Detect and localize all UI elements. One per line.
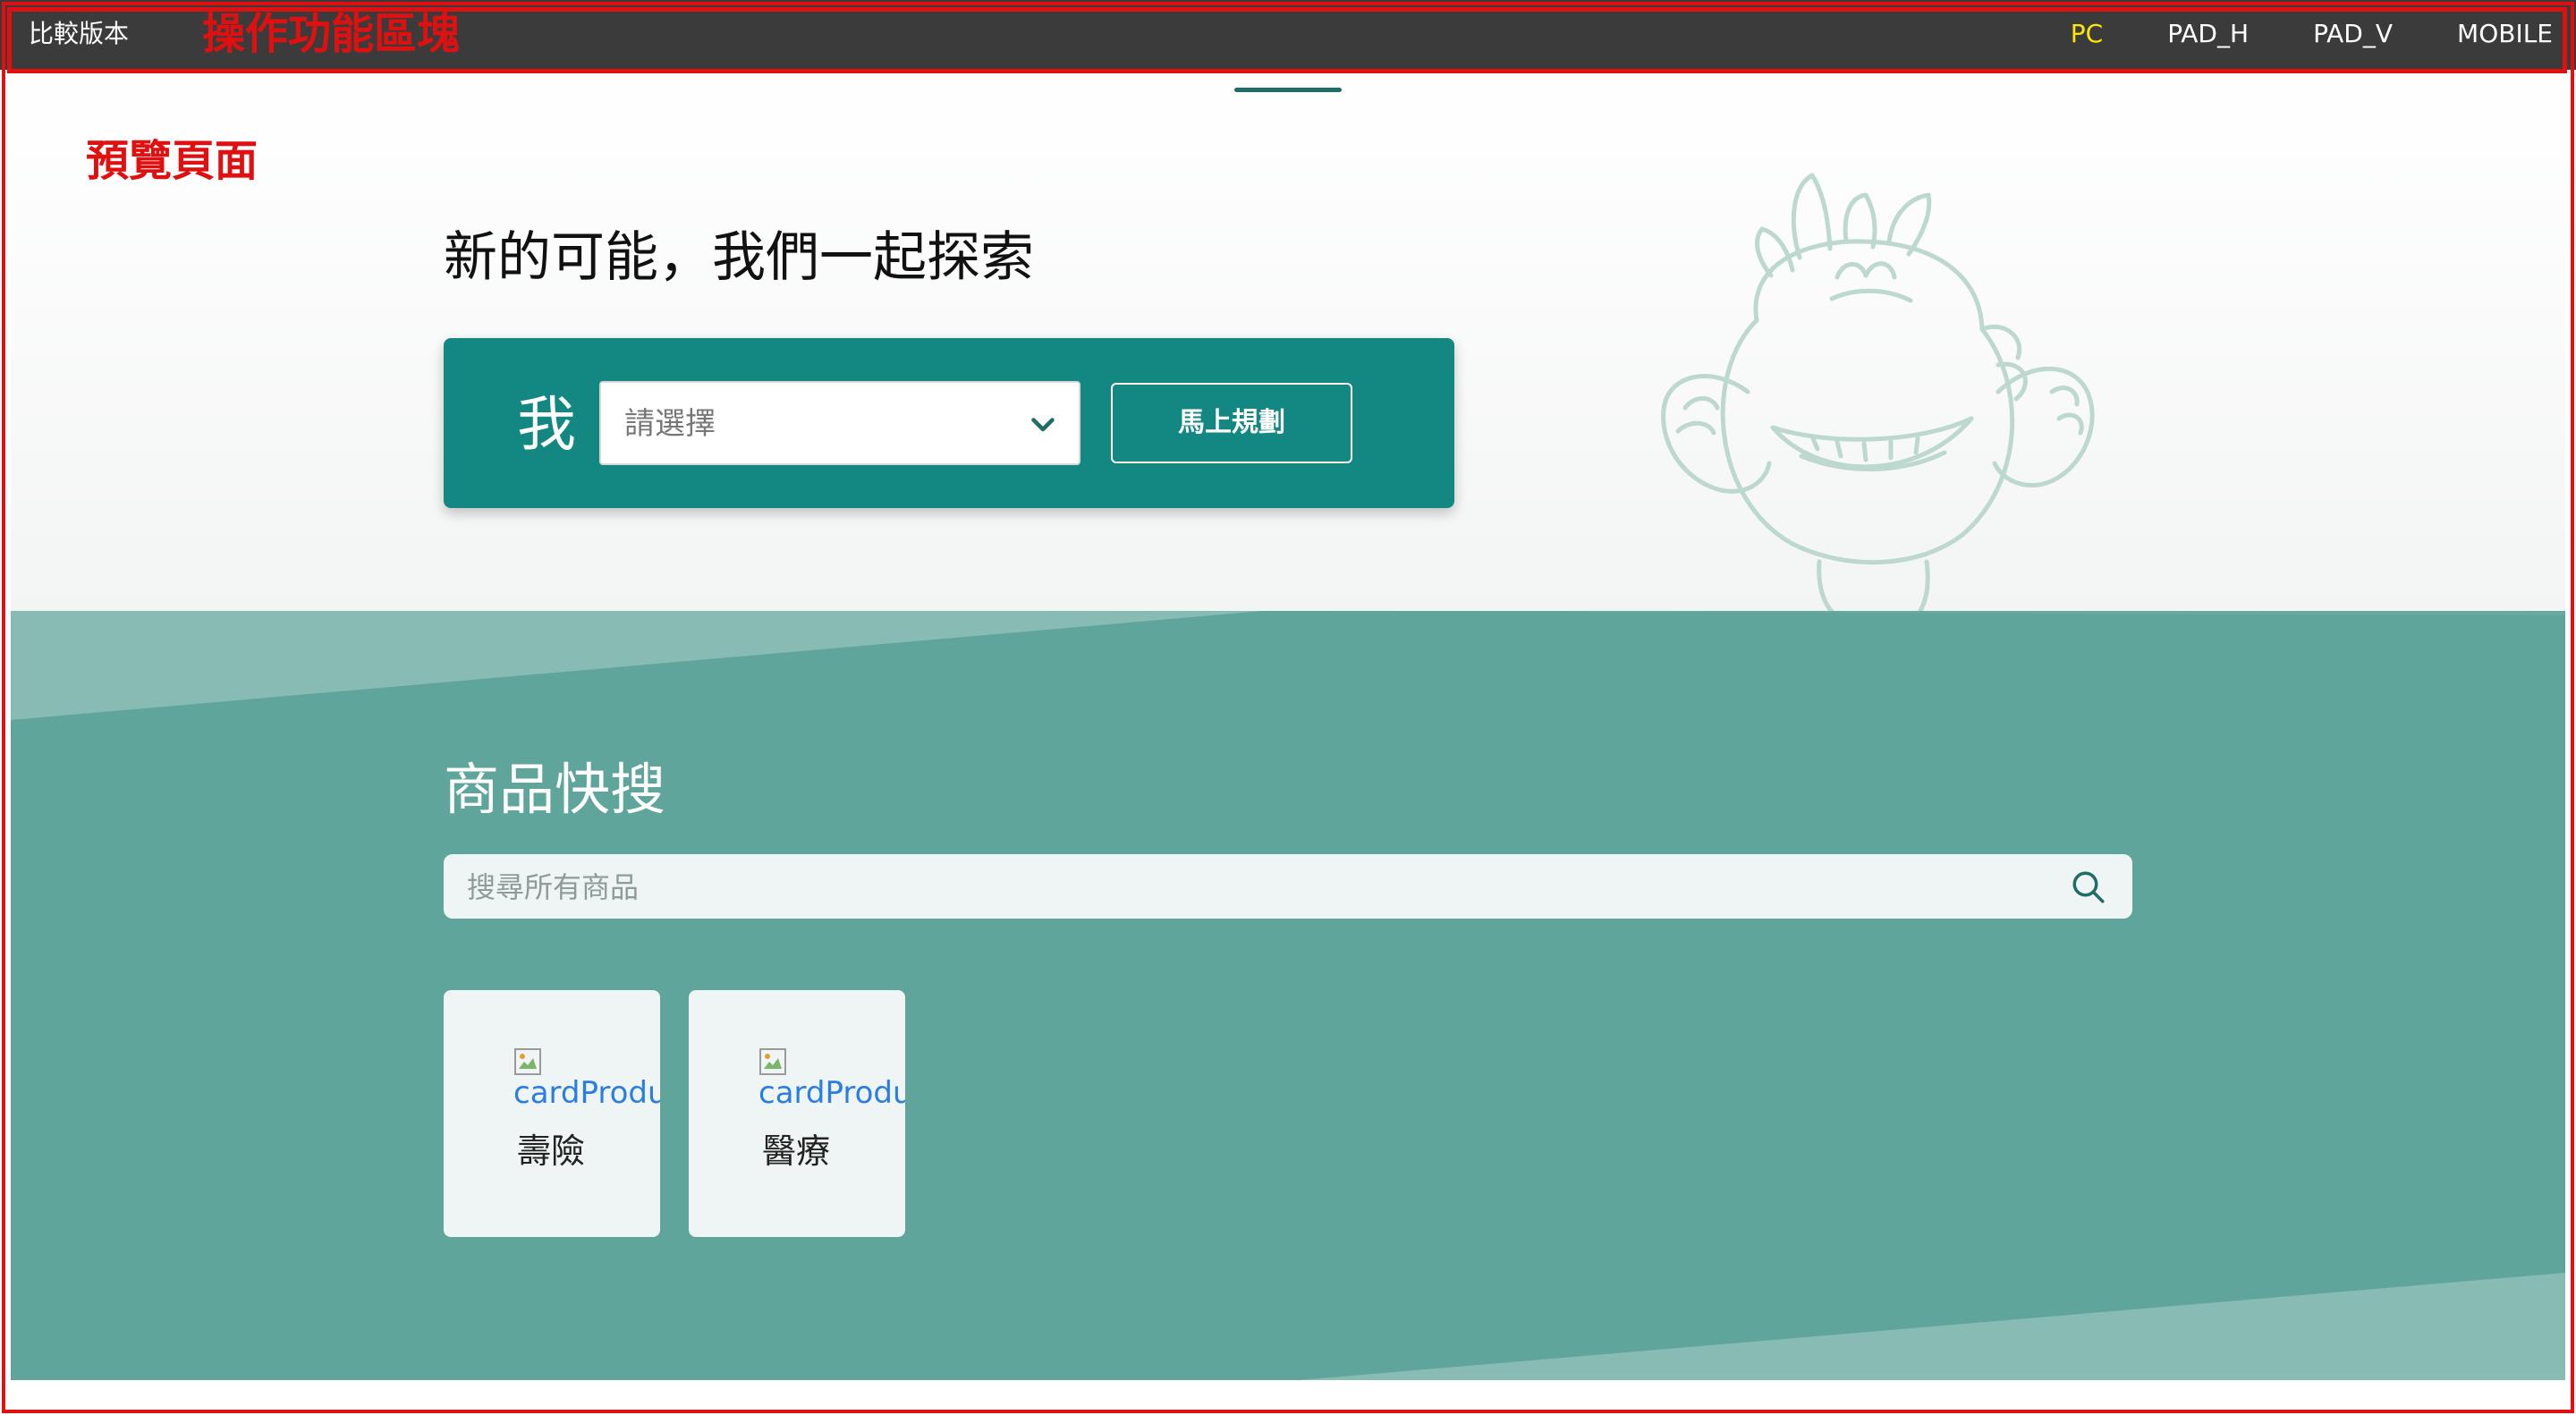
broken-image-icon: [759, 1048, 786, 1075]
section-background-shapes: [11, 611, 2565, 1380]
device-tabs: PC PAD_H PAD_V MOBILE: [2006, 16, 2553, 52]
plan-card: 我 請選擇 馬上規劃: [444, 338, 1454, 508]
card-image-alt-text: cardProduct: [513, 1075, 660, 1110]
dragon-mascot-illustration: [1661, 173, 2095, 611]
top-toolbar: 比較版本 操作功能區塊 PC PAD_H PAD_V MOBILE: [0, 0, 2576, 70]
card-label: 醫療: [762, 1131, 831, 1171]
hero-section: 預覽頁面 新的可能，我們一起探索 我 請選擇 馬上規劃: [11, 70, 2565, 611]
product-card-life-insurance[interactable]: cardProduct 壽險: [444, 990, 660, 1237]
identity-select-placeholder: 請選擇: [624, 406, 716, 442]
card-product-image: cardProduct: [758, 1047, 905, 1110]
product-search-input[interactable]: [465, 861, 2043, 913]
chevron-down-icon: [1031, 418, 1055, 432]
plan-now-button[interactable]: 馬上規劃: [1111, 383, 1352, 463]
hero-title: 新的可能，我們一起探索: [444, 226, 1034, 289]
card-label: 壽險: [517, 1131, 586, 1171]
operation-area-annotation: 操作功能區塊: [202, 9, 461, 59]
scroll-indicator: [1234, 88, 1342, 92]
plan-me-label: 我: [517, 390, 576, 459]
product-quick-search-section: 商品快搜 cardProduct 壽險: [11, 611, 2565, 1380]
tab-mobile[interactable]: MOBILE: [2457, 16, 2553, 52]
preview-page-annotation: 預覽頁面: [86, 136, 258, 186]
tab-pc[interactable]: PC: [2071, 16, 2103, 52]
product-card-medical[interactable]: cardProduct 醫療: [689, 990, 905, 1237]
compare-version-button[interactable]: 比較版本: [29, 16, 129, 52]
tab-pad-h[interactable]: PAD_H: [2167, 16, 2249, 52]
identity-select[interactable]: 請選擇: [599, 381, 1080, 465]
tab-pad-v[interactable]: PAD_V: [2313, 16, 2393, 52]
card-image-alt-text: cardProduct: [758, 1075, 905, 1110]
search-icon[interactable]: [2070, 868, 2107, 906]
product-search-bar: [444, 854, 2132, 919]
section-title: 商品快搜: [444, 757, 666, 822]
card-product-image: cardProduct: [513, 1047, 660, 1110]
broken-image-icon: [514, 1048, 541, 1075]
